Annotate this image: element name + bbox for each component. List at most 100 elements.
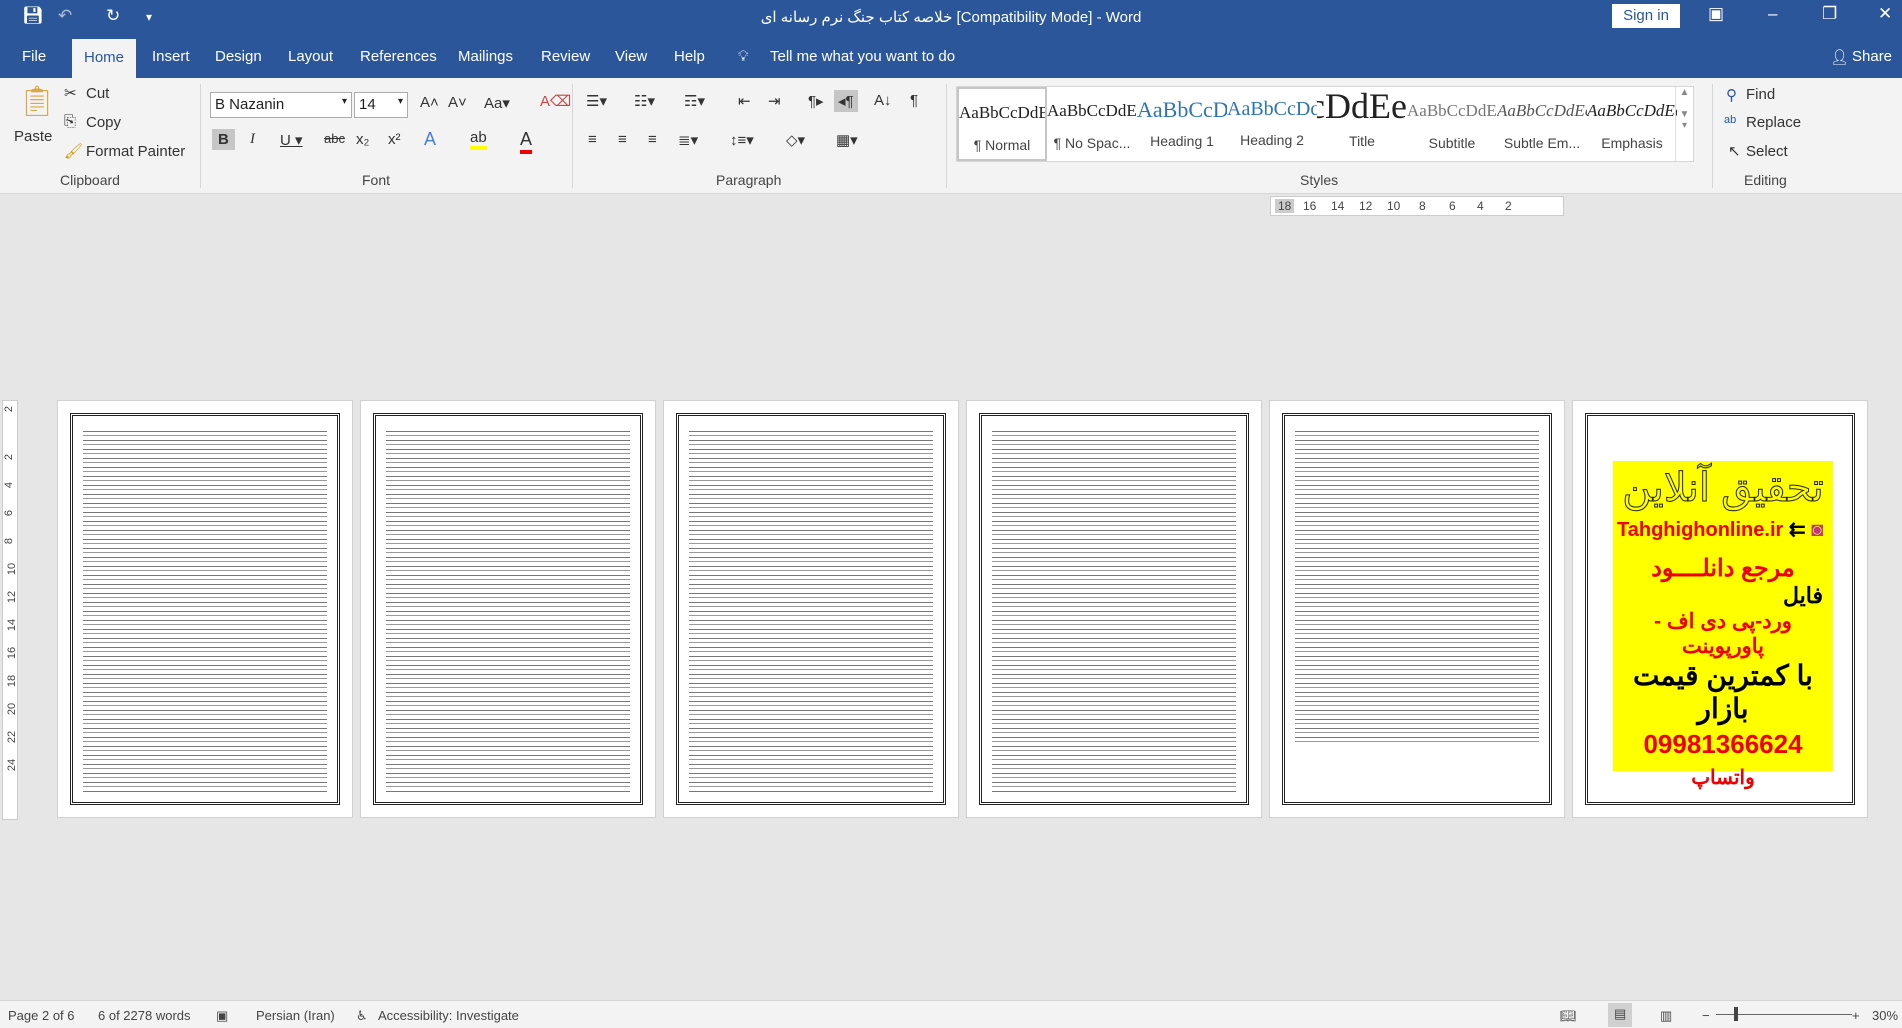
share-button[interactable]: Share — [1852, 48, 1892, 65]
style-preview: AaBbCcDdEe — [1317, 86, 1407, 126]
ad-whatsapp: واتساپ — [1691, 767, 1755, 789]
zoom-slider[interactable] — [1716, 1007, 1852, 1021]
style-normal[interactable]: AaBbCcDdEe ¶ Normal — [957, 87, 1047, 161]
italic-button[interactable]: I — [250, 131, 255, 148]
style-no-spacing[interactable]: AaBbCcDdEe ¶ No Spac... — [1047, 87, 1137, 161]
web-layout-icon[interactable]: ▥ — [1660, 1008, 1672, 1024]
tab-review[interactable]: Review — [541, 48, 590, 65]
style-preview: AaBbCcDdEe — [959, 103, 1045, 122]
tell-me-search[interactable]: Tell me what you want to do — [770, 48, 955, 65]
decrease-indent-icon[interactable]: ⇤ — [738, 92, 751, 110]
paste-label: Paste — [14, 128, 53, 145]
shrink-font-icon[interactable]: A˅ — [448, 94, 467, 111]
document-page[interactable] — [57, 400, 353, 818]
sort-icon[interactable]: A↓ — [874, 92, 892, 109]
zoom-in-button[interactable]: + — [1852, 1008, 1860, 1023]
tab-insert[interactable]: Insert — [152, 48, 190, 65]
sign-in-button[interactable]: Sign in — [1612, 4, 1680, 28]
lightbulb-icon: 💡︎ — [738, 48, 749, 65]
rtl-icon[interactable]: ◂¶ — [834, 90, 858, 112]
tab-help[interactable]: Help — [674, 48, 705, 65]
tab-layout[interactable]: Layout — [288, 48, 333, 65]
ribbon-display-icon[interactable]: ▣ — [1708, 4, 1724, 24]
read-mode-icon[interactable]: 📖︎ — [1560, 1008, 1577, 1024]
page-count[interactable]: Page 2 of 6 — [8, 1008, 75, 1023]
style-subtitle[interactable]: AaBbCcDdEe Subtitle — [1407, 87, 1497, 161]
bold-button[interactable]: B — [212, 129, 235, 150]
increase-indent-icon[interactable]: ⇥ — [768, 92, 781, 110]
multilevel-list-icon[interactable]: ☶▾ — [684, 92, 705, 110]
tab-home[interactable]: Home — [72, 39, 137, 78]
cut-button[interactable]: Cut — [86, 85, 109, 102]
select-button[interactable]: Select — [1746, 143, 1788, 160]
format-painter-button[interactable]: Format Painter — [86, 143, 185, 160]
document-page[interactable] — [360, 400, 656, 818]
print-layout-icon[interactable]: ▤ — [1608, 1003, 1633, 1027]
share-icon[interactable]: 👤︎ — [1830, 48, 1849, 66]
font-name-select[interactable]: B Nazanin ▾ — [210, 92, 352, 118]
tab-mailings[interactable]: Mailings — [458, 48, 513, 65]
line-spacing-icon[interactable]: ↕≡▾ — [730, 131, 754, 149]
show-marks-icon[interactable]: ¶ — [910, 92, 918, 109]
style-heading-2[interactable]: AaBbCcDdEe Heading 2 — [1227, 87, 1317, 161]
language[interactable]: Persian (Iran) — [256, 1008, 335, 1023]
accessibility-status[interactable]: Accessibility: Investigate — [378, 1008, 519, 1023]
shading-icon[interactable]: ◇▾ — [786, 131, 805, 149]
align-center-icon[interactable]: ≡ — [618, 131, 627, 148]
borders-icon[interactable]: ▦▾ — [836, 131, 858, 149]
close-icon[interactable]: ✕ — [1878, 4, 1892, 24]
font-size-select[interactable]: 14 ▾ — [354, 92, 408, 118]
tab-file[interactable]: File — [22, 48, 46, 65]
align-right-icon[interactable]: ≡ — [648, 131, 657, 148]
style-label: Title — [1349, 133, 1375, 149]
numbering-icon[interactable]: ☷▾ — [634, 92, 655, 110]
justify-icon[interactable]: ≣▾ — [678, 131, 698, 149]
style-heading-1[interactable]: AaBbCcDdEe Heading 1 — [1137, 87, 1227, 161]
status-bar: Page 2 of 6 6 of 2278 words ▣ Persian (I… — [0, 1000, 1902, 1028]
word-count[interactable]: 6 of 2278 words — [98, 1008, 191, 1023]
copy-button[interactable]: Copy — [86, 114, 121, 131]
replace-button[interactable]: Replace — [1746, 114, 1801, 131]
tab-references[interactable]: References — [360, 48, 437, 65]
style-emphasis[interactable]: AaBbCcDdEe Emphasis — [1587, 87, 1677, 161]
document-page[interactable] — [1269, 400, 1565, 818]
style-preview: AaBbCcDdEe — [1047, 101, 1137, 120]
vertical-ruler[interactable]: 2 2 4 6 8 10 12 14 16 18 20 22 24 — [2, 400, 18, 820]
underline-button[interactable]: U ▾ — [280, 131, 303, 149]
horizontal-ruler[interactable]: 18 16 14 12 10 8 6 4 2 — [1270, 196, 1564, 216]
grow-font-icon[interactable]: A˄ — [420, 94, 439, 111]
document-page[interactable] — [966, 400, 1262, 818]
zoom-level[interactable]: 30% — [1872, 1008, 1898, 1023]
styles-scrollbar[interactable]: ▲ ▼ ▾ — [1675, 87, 1693, 161]
paragraph-group-label: Paragraph — [716, 172, 782, 188]
proofing-icon[interactable]: ▣ — [216, 1008, 228, 1024]
superscript-button[interactable]: x² — [388, 131, 401, 148]
ruler-tick: 4 — [1477, 199, 1484, 213]
ribbon: 📋︎ Paste ✂ Cut ⎘ Copy 🖌︎ Format Painter … — [0, 78, 1902, 194]
strikethrough-button[interactable]: abc — [324, 131, 345, 146]
ltr-icon[interactable]: ¶▸ — [808, 92, 824, 110]
tab-design[interactable]: Design — [215, 48, 262, 65]
font-color-icon[interactable]: A — [520, 129, 533, 154]
style-title[interactable]: AaBbCcDdEe Title — [1317, 86, 1407, 161]
zoom-out-button[interactable]: − — [1702, 1008, 1710, 1023]
find-button[interactable]: Find — [1746, 86, 1775, 103]
document-page-ad[interactable]: تحقیق آنلاین Tahghighonline.ir ⇇ ◙ مرجع … — [1572, 400, 1868, 818]
ad-phone: 09981366624 — [1643, 729, 1803, 759]
style-subtle-emphasis[interactable]: AaBbCcDdEe Subtle Em... — [1497, 87, 1587, 161]
align-left-icon[interactable]: ≡ — [588, 131, 597, 148]
zoom-slider-thumb[interactable] — [1734, 1007, 1738, 1021]
clear-formatting-icon[interactable]: A⌫ — [540, 92, 571, 110]
change-case-icon[interactable]: Aa▾ — [484, 94, 510, 112]
bullets-icon[interactable]: ☰▾ — [586, 92, 607, 110]
subscript-button[interactable]: x₂ — [356, 131, 369, 148]
format-painter-icon: 🖌︎ — [64, 143, 84, 160]
minimize-icon[interactable]: – — [1768, 4, 1777, 24]
document-page[interactable] — [663, 400, 959, 818]
text-effects-icon[interactable]: A — [424, 129, 436, 150]
highlight-icon[interactable]: ab — [470, 129, 487, 150]
cut-icon: ✂ — [64, 85, 77, 102]
font-name-value: B Nazanin — [215, 96, 285, 113]
tab-view[interactable]: View — [615, 48, 647, 65]
restore-icon[interactable]: ❐ — [1822, 4, 1837, 24]
